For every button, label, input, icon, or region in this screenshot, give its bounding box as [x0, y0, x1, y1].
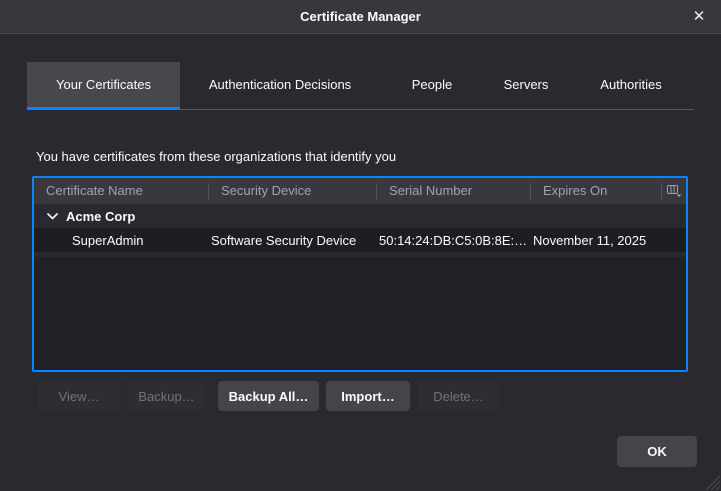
titlebar: Certificate Manager ✕	[0, 0, 721, 34]
close-icon[interactable]: ✕	[685, 0, 713, 34]
column-header-serial-number[interactable]: Serial Number	[377, 178, 531, 204]
column-header-certificate-name[interactable]: Certificate Name	[34, 178, 209, 204]
column-picker-button[interactable]	[662, 178, 686, 204]
chevron-down-icon[interactable]	[47, 213, 58, 220]
backup-button[interactable]: Backup…	[128, 381, 205, 411]
delete-button[interactable]: Delete…	[418, 381, 499, 411]
certificate-manager-dialog: Certificate Manager ✕ Your Certificates …	[0, 0, 721, 491]
group-name: Acme Corp	[66, 209, 135, 224]
tab-label: People	[412, 77, 452, 92]
column-header-expires-on[interactable]: Expires On	[531, 178, 662, 204]
cell-expires-on: November 11, 2025	[531, 233, 662, 248]
alternating-row-stripe	[34, 252, 686, 257]
certificates-table: Certificate Name Security Device Serial …	[32, 176, 688, 372]
tab-authentication-decisions[interactable]: Authentication Decisions	[180, 62, 380, 110]
description-text: You have certificates from these organiz…	[36, 149, 396, 164]
tab-label: Authorities	[600, 77, 661, 92]
tab-label: Authentication Decisions	[209, 77, 351, 92]
cell-security-device: Software Security Device	[209, 233, 377, 248]
ok-button[interactable]: OK	[617, 436, 697, 467]
dialog-title: Certificate Manager	[300, 9, 421, 24]
tab-bar: Your Certificates Authentication Decisio…	[27, 62, 694, 110]
tab-your-certificates[interactable]: Your Certificates	[27, 62, 180, 110]
tab-authorities[interactable]: Authorities	[568, 62, 694, 110]
cell-certificate-name: SuperAdmin	[34, 233, 209, 248]
import-button[interactable]: Import…	[326, 381, 410, 411]
backup-all-button[interactable]: Backup All…	[218, 381, 319, 411]
table-row-group-acme-corp[interactable]: Acme Corp	[34, 204, 686, 228]
tab-label: Your Certificates	[56, 77, 151, 92]
view-button[interactable]: View…	[38, 381, 120, 411]
cell-serial-number: 50:14:24:DB:C5:0B:8E:…	[377, 233, 531, 248]
column-header-security-device[interactable]: Security Device	[209, 178, 377, 204]
resize-grip[interactable]	[702, 472, 720, 490]
tab-people[interactable]: People	[380, 62, 484, 110]
table-header: Certificate Name Security Device Serial …	[34, 178, 686, 204]
table-row-superadmin[interactable]: SuperAdmin Software Security Device 50:1…	[34, 228, 686, 252]
tab-servers[interactable]: Servers	[484, 62, 568, 110]
column-picker-icon	[667, 185, 682, 197]
tab-label: Servers	[504, 77, 549, 92]
